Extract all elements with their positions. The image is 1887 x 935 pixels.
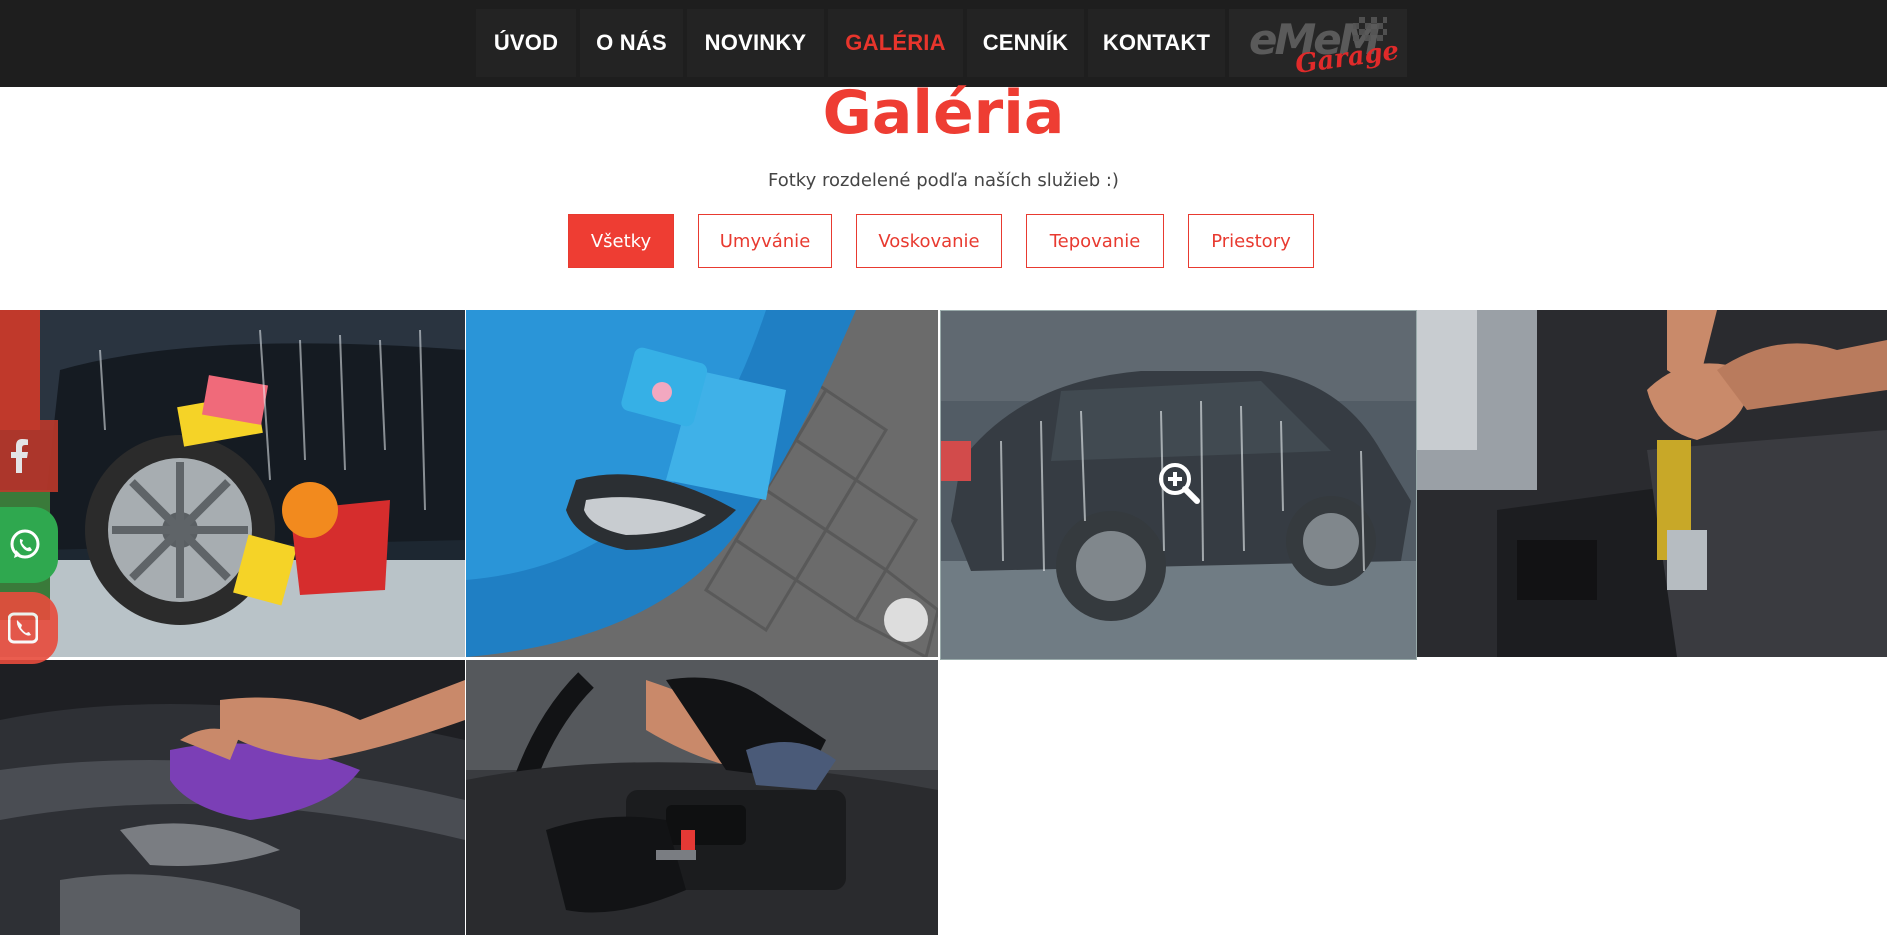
filter-priestory[interactable]: Priestory [1188,214,1314,268]
facebook-button[interactable] [0,420,58,492]
gallery-image-dashboard-cleaning[interactable] [466,660,938,935]
phone-icon [8,612,38,644]
gallery-image-hood-polish[interactable] [0,660,465,935]
page-title: Galéria [822,78,1065,148]
facebook-icon [11,439,28,473]
nav-item-galeria[interactable]: GALÉRIA [828,9,963,77]
gallery-image-wheel-wash[interactable] [0,310,465,657]
nav-item-novinky[interactable]: NOVINKY [687,9,824,77]
top-navigation: ÚVOD O NÁS NOVINKY GALÉRIA CENNÍK KONTAK… [0,0,1887,87]
nav-menu: ÚVOD O NÁS NOVINKY GALÉRIA CENNÍK KONTAK… [476,9,1407,80]
gallery-image-blue-hood[interactable] [466,310,938,657]
nav-item-o-nas[interactable]: O NÁS [580,9,683,77]
nav-item-cennik[interactable]: CENNÍK [967,9,1084,77]
filter-tepovanie[interactable]: Tepovanie [1026,214,1164,268]
dashboard-cleaning-photo [466,660,938,935]
wheel-wash-photo [0,310,465,657]
gallery-image-foamed-sedan[interactable] [940,310,1417,660]
phone-button[interactable] [0,592,58,664]
filter-umyvanie[interactable]: Umyvánie [698,214,832,268]
gallery-filters: Všetky Umyvánie Voskovanie Tepovanie Pri… [568,214,1314,268]
gallery-image-interior-vacuum[interactable] [1417,310,1887,657]
hood-polish-photo [0,660,465,935]
nav-item-uvod[interactable]: ÚVOD [476,9,576,77]
blue-hood-photo [466,310,938,657]
nav-item-kontakt[interactable]: KONTAKT [1088,9,1225,77]
zoom-in-icon[interactable] [1157,461,1201,509]
interior-vacuum-photo [1417,310,1887,657]
filter-voskovanie[interactable]: Voskovanie [856,214,1002,268]
page-subtitle: Fotky rozdelené podľa naších služieb :) [768,170,1119,191]
site-logo[interactable]: eMeM Garage [1229,9,1407,80]
whatsapp-icon [10,529,40,559]
whatsapp-button[interactable] [0,507,58,583]
filter-vsetky[interactable]: Všetky [568,214,674,268]
